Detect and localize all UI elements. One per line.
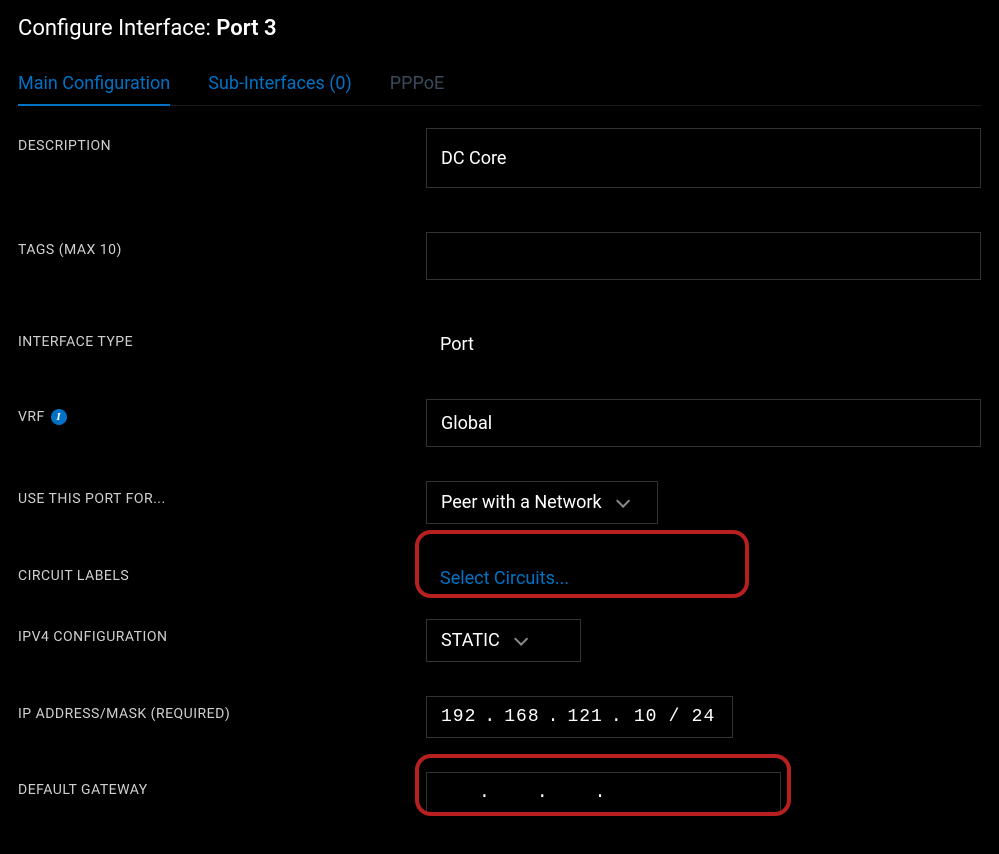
tags-input[interactable] <box>426 232 981 280</box>
ip-slash: / <box>669 707 681 727</box>
use-port-value: Peer with a Network <box>441 492 602 513</box>
ip-dot: . <box>611 707 623 727</box>
label-ip-address: IP ADDRESS/MASK (REQUIRED) <box>18 696 426 722</box>
ip-octet-3: 121 <box>567 707 602 727</box>
ip-octet-2: 168 <box>504 707 539 727</box>
use-port-select[interactable]: Peer with a Network <box>426 481 658 524</box>
page-title-prefix: Configure Interface: <box>18 16 216 41</box>
description-input[interactable] <box>426 128 981 188</box>
ipv4-config-select[interactable]: STATIC <box>426 619 581 662</box>
label-ipv4: IPV4 CONFIGURATION <box>18 619 426 645</box>
gw-dot: . <box>537 783 549 803</box>
info-icon[interactable]: i <box>51 409 67 425</box>
label-use-port: USE THIS PORT FOR... <box>18 481 426 507</box>
label-circuit-labels: CIRCUIT LABELS <box>18 558 426 584</box>
page-title-port: Port 3 <box>216 16 276 41</box>
tab-sub-interfaces[interactable]: Sub-Interfaces (0) <box>208 63 352 106</box>
chevron-down-icon <box>616 493 630 507</box>
chevron-down-icon <box>514 631 528 645</box>
tab-bar: Main Configuration Sub-Interfaces (0) PP… <box>18 63 981 106</box>
gw-dot: . <box>595 783 607 803</box>
ip-octet-4: 10 <box>631 707 661 727</box>
ip-mask: 24 <box>688 707 718 727</box>
ip-dot: . <box>484 707 496 727</box>
tab-main-configuration[interactable]: Main Configuration <box>18 63 170 106</box>
ipv4-value: STATIC <box>441 630 500 651</box>
ip-dot: . <box>548 707 560 727</box>
label-gateway: DEFAULT GATEWAY <box>18 772 426 798</box>
label-tags: TAGS (MAX 10) <box>18 232 426 258</box>
tab-pppoe[interactable]: PPPoE <box>390 63 444 106</box>
gateway-input[interactable]: . . . <box>426 772 781 814</box>
label-interface-type: INTERFACE TYPE <box>18 324 426 350</box>
vrf-input[interactable] <box>426 399 981 447</box>
label-vrf-text: VRF <box>18 409 45 425</box>
label-description: DESCRIPTION <box>18 128 426 154</box>
ip-address-input[interactable]: 192 . 168 . 121 . 10 / 24 <box>426 696 733 738</box>
page-title: Configure Interface: Port 3 <box>18 12 981 41</box>
label-vrf: VRF i <box>18 399 426 425</box>
interface-type-value: Port <box>426 324 981 365</box>
gw-dot: . <box>479 783 491 803</box>
select-circuits-link[interactable]: Select Circuits... <box>426 558 583 599</box>
ip-octet-1: 192 <box>441 707 476 727</box>
